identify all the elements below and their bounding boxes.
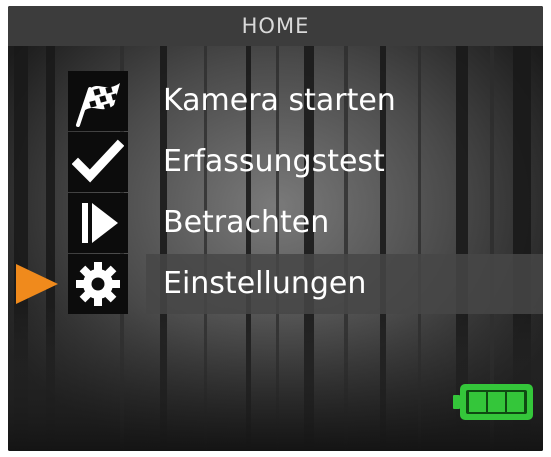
camera-screen: HOME Kamera starten Erfassungstest Betra… <box>8 6 543 451</box>
battery-icon <box>453 384 533 420</box>
menu-item-label: Betrachten <box>163 205 330 240</box>
menu-item-kamera-starten[interactable]: Kamera starten <box>68 71 543 131</box>
menu-item-label: Kamera starten <box>163 83 396 118</box>
selection-arrow-icon <box>16 264 58 304</box>
checkered-flag-icon <box>68 71 128 131</box>
menu-item-erfassungstest[interactable]: Erfassungstest <box>68 132 543 192</box>
menu-item-betrachten[interactable]: Betrachten <box>68 193 543 253</box>
checkmark-icon <box>68 132 128 192</box>
play-icon <box>68 193 128 253</box>
gear-icon <box>68 254 128 314</box>
menu-item-einstellungen[interactable]: Einstellungen <box>68 254 543 314</box>
menu-item-label: Erfassungstest <box>163 144 385 179</box>
page-title: HOME <box>241 14 310 38</box>
header-bar: HOME <box>8 6 543 46</box>
menu-item-label: Einstellungen <box>163 266 367 301</box>
